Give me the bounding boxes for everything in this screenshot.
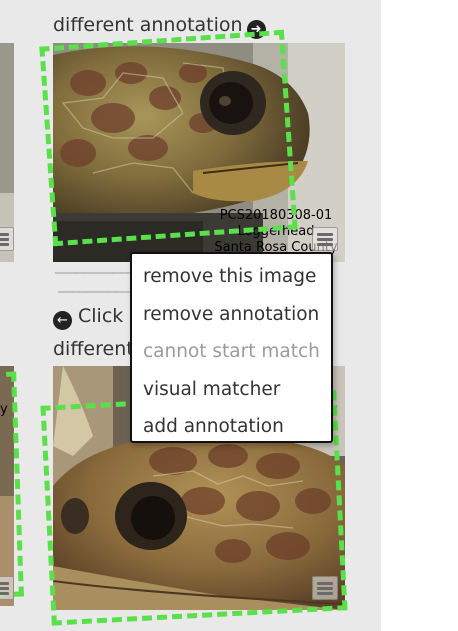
annotation-box-left[interactable] bbox=[0, 371, 24, 598]
hamburger-menu-icon[interactable] bbox=[0, 227, 14, 251]
menu-item-visual-matcher[interactable]: visual matcher bbox=[132, 371, 331, 409]
annotation-box-image-1[interactable] bbox=[39, 29, 298, 247]
menu-item-remove-annotation[interactable]: remove annotation bbox=[132, 296, 331, 334]
menu-item-remove-image[interactable]: remove this image bbox=[132, 258, 331, 296]
hamburger-menu-icon[interactable] bbox=[312, 576, 338, 600]
middle-caption-text-2: different bbox=[53, 338, 134, 360]
hamburger-menu-icon[interactable] bbox=[0, 576, 14, 600]
middle-caption-line-1: ← Click a bbox=[53, 304, 141, 330]
menu-item-start-match-disabled: cannot start match bbox=[143, 341, 320, 362]
middle-caption-line-2: different bbox=[53, 337, 134, 361]
top-caption-text: different annotation bbox=[53, 14, 243, 36]
image-context-menu: remove this image remove annotation cann… bbox=[130, 252, 333, 443]
hamburger-menu-icon[interactable] bbox=[312, 227, 338, 251]
circle-arrow-left-icon[interactable]: ← bbox=[53, 311, 72, 330]
menu-item-add-annotation[interactable]: add annotation bbox=[132, 408, 331, 446]
